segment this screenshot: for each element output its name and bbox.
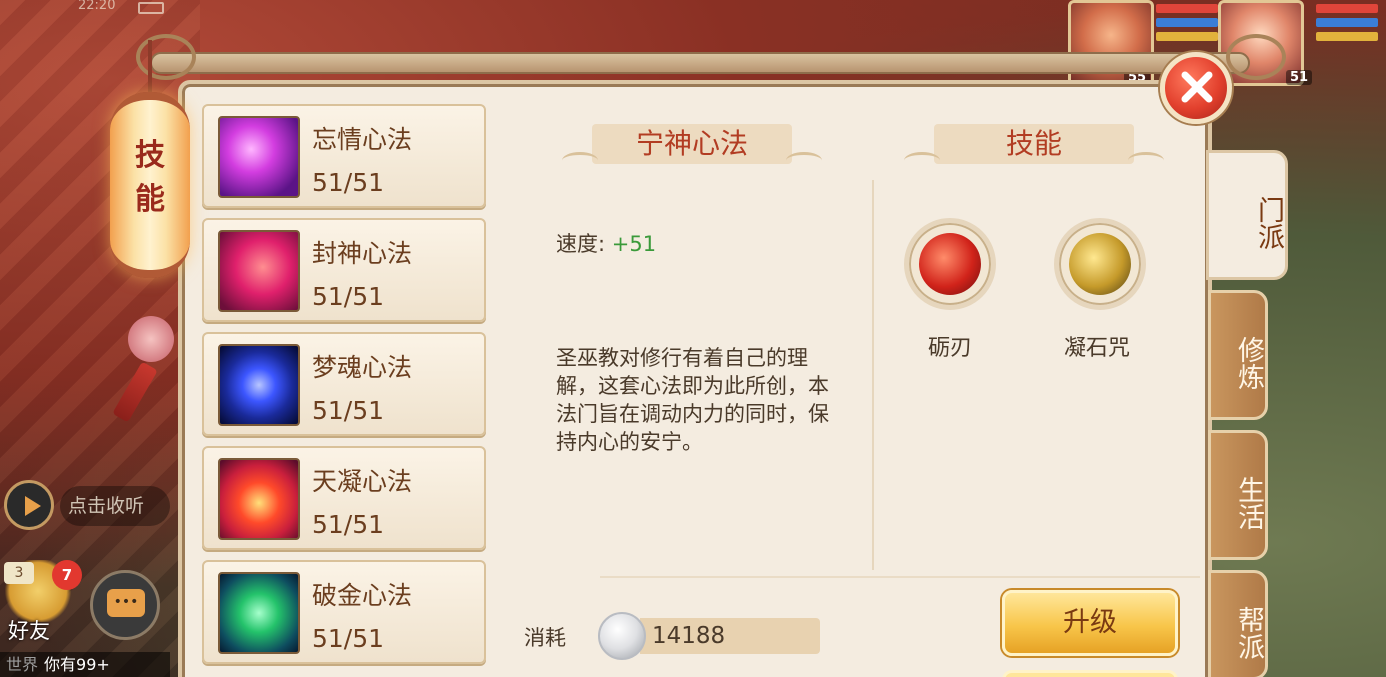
skill-orb-label-1: 砺刃 (928, 336, 973, 361)
skill-name: 天凝心法 (312, 467, 413, 496)
blade-scroll-icon (919, 233, 981, 295)
cost-value: 14188 (640, 618, 820, 654)
skill-orb-label-2: 凝石咒 (1064, 336, 1131, 361)
attribute-value: +51 (611, 232, 657, 256)
divider (872, 180, 874, 570)
skill-level: 51/51 (312, 168, 385, 197)
divider (600, 576, 1200, 578)
skill-level: 51/51 (312, 624, 385, 653)
tab-life[interactable]: 生活 (1208, 430, 1268, 560)
skill-level: 51/51 (312, 396, 385, 425)
chat-channel: 世界 (6, 655, 39, 674)
party-status-bars-2 (1316, 4, 1378, 46)
skill-card-1[interactable]: 忘情心法 51/51 (202, 104, 486, 208)
skill-description: 圣巫教对修行有着自己的理解，这套心法即为此所创，本法门旨在调动内力的同时，保持内… (556, 346, 829, 454)
skill-card-4[interactable]: 天凝心法 51/51 (202, 446, 486, 550)
skills-section-title: 技能 (904, 124, 1164, 164)
friend-label[interactable]: 好友 (8, 615, 50, 645)
attribute-label: 速度: (556, 232, 606, 256)
skill-level: 51/51 (312, 510, 385, 539)
friend-notification-badge: 7 (52, 560, 82, 590)
skill-card-5[interactable]: 破金心法 51/51 (202, 560, 486, 664)
close-button[interactable] (1160, 52, 1232, 124)
skill-name: 破金心法 (312, 581, 413, 610)
lantern-string (148, 40, 152, 100)
skill-name: 梦魂心法 (312, 353, 413, 382)
skill-card-3[interactable]: 梦魂心法 51/51 (202, 332, 486, 436)
tab-guild[interactable]: 帮派 (1208, 570, 1268, 677)
red-drop-icon (218, 458, 300, 540)
close-icon (1181, 71, 1213, 103)
battery-icon (138, 2, 164, 14)
status-time: 22:20 (78, 0, 116, 13)
chat-message: 你有99+ (44, 655, 110, 674)
message-icon[interactable] (90, 570, 160, 640)
friend-count-badge: 3 (4, 562, 34, 584)
rail-ornament-left (136, 34, 196, 80)
chat-bar[interactable]: 世界 你有99+ (0, 652, 170, 677)
panel-title: 技能 (135, 138, 165, 217)
tab-sect[interactable]: 门派 (1206, 150, 1288, 280)
attribute-line: 速度: +51 (556, 228, 656, 258)
panel-top-rail (150, 52, 1250, 74)
silver-coin-icon (598, 612, 646, 660)
pink-swirl-icon (218, 116, 300, 198)
detail-title: 宁神心法 (562, 124, 822, 164)
blue-orb-icon (218, 344, 300, 426)
party-level-2: 51 (1286, 70, 1313, 85)
rail-ornament-right (1226, 34, 1286, 80)
voice-hint[interactable]: 点击收听 (60, 486, 170, 526)
heart-swirl-icon (218, 230, 300, 312)
skill-card-2[interactable]: 封神心法 51/51 (202, 218, 486, 322)
skill-orb-1[interactable] (904, 218, 996, 310)
green-vortex-icon (218, 572, 300, 654)
stone-curse-icon (1069, 233, 1131, 295)
skill-name: 封神心法 (312, 239, 413, 268)
skill-level: 51/51 (312, 282, 385, 311)
skill-orb-2[interactable] (1054, 218, 1146, 310)
skill-name: 忘情心法 (312, 125, 413, 154)
party-status-bars-1 (1156, 4, 1218, 46)
lantern-knot-icon (128, 316, 174, 362)
cost-label: 消耗 (524, 626, 566, 650)
voice-play-button[interactable] (4, 480, 54, 530)
upgrade-button[interactable]: 升级 (1002, 590, 1178, 656)
tab-cultivation[interactable]: 修炼 (1208, 290, 1268, 420)
secondary-button[interactable] (1002, 670, 1178, 677)
